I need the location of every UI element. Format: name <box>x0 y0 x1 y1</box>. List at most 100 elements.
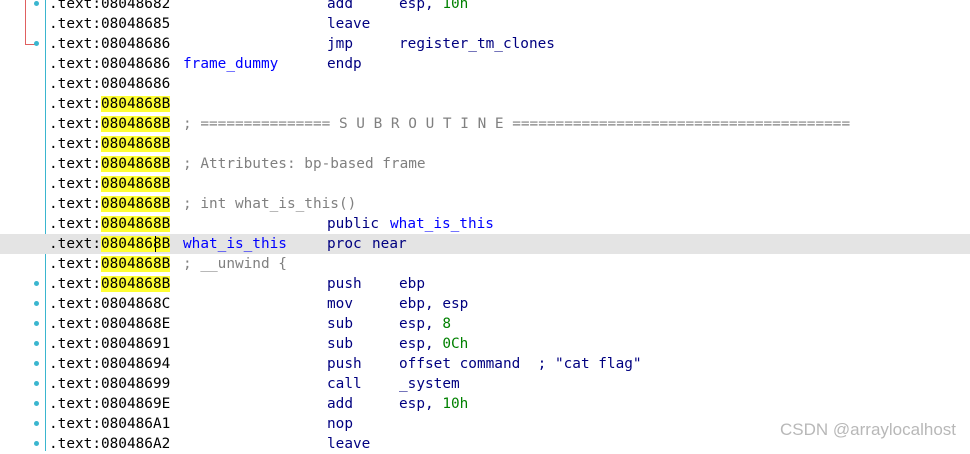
address[interactable]: .text:08048686 <box>49 34 170 54</box>
address[interactable]: .text:0804868B <box>49 254 171 274</box>
address[interactable]: .text:08048682 <box>49 0 170 14</box>
listing-line[interactable]: .text:0804868B ; Attributes: bp-based fra… <box>0 154 970 174</box>
listing-line[interactable]: .text:0804869E add esp, 10h <box>0 394 970 414</box>
operand[interactable]: register_tm_clones <box>399 34 555 54</box>
operand[interactable]: esp, 8 <box>399 314 451 334</box>
address-value[interactable]: 0804868B <box>100 156 171 172</box>
mnemonic[interactable]: push <box>327 274 362 294</box>
listing-line[interactable]: .text:0804868E sub esp, 8 <box>0 314 970 334</box>
listing-line[interactable]: .text:08048685 leave <box>0 14 970 34</box>
address-value[interactable]: 0804868B <box>100 256 171 272</box>
address-value[interactable]: 0804868C <box>101 296 170 312</box>
address-value[interactable]: 08048686 <box>101 76 170 92</box>
address-value[interactable]: 08048685 <box>101 16 170 32</box>
address-value[interactable]: 080486A2 <box>101 436 170 452</box>
operand-text[interactable]: register_tm_clones <box>399 36 555 52</box>
mnemonic[interactable]: jmp <box>327 34 353 54</box>
operand[interactable]: _system <box>399 374 460 394</box>
operand[interactable]: offset command ; "cat flag" <box>399 354 642 374</box>
current-line[interactable]: .text:0804868B what_is_this proc near <box>0 234 970 254</box>
operand-text[interactable]: ebp, esp <box>399 296 468 312</box>
address-value[interactable]: 0804868B <box>100 216 171 232</box>
operand-text[interactable]: esp, <box>399 396 442 412</box>
address[interactable]: .text:0804869E <box>49 394 170 414</box>
address[interactable]: .text:0804868B <box>49 94 171 114</box>
listing-line[interactable]: .text:08048686 frame_dummy endp <box>0 54 970 74</box>
listing-line[interactable]: .text:08048691 sub esp, 0Ch <box>0 334 970 354</box>
listing-line[interactable]: .text:0804868B push ebp <box>0 274 970 294</box>
function-label[interactable]: what_is_this <box>183 234 287 254</box>
mnemonic[interactable]: sub <box>327 314 353 334</box>
address-value[interactable]: 0804868B <box>100 176 171 192</box>
address-value[interactable]: 08048699 <box>101 376 170 392</box>
address[interactable]: .text:0804868B <box>49 154 171 174</box>
listing-line[interactable]: .text:08048686 <box>0 74 970 94</box>
listing-line[interactable]: .text:0804868B <box>0 174 970 194</box>
operand[interactable]: esp, 10h <box>399 0 468 14</box>
address[interactable]: .text:08048685 <box>49 14 170 34</box>
address-value[interactable]: 0804868E <box>101 316 170 332</box>
operand[interactable]: esp, 0Ch <box>399 334 468 354</box>
mnemonic[interactable]: public <box>327 214 379 234</box>
address-value[interactable]: 08048694 <box>101 356 170 372</box>
mnemonic[interactable]: endp <box>327 54 362 74</box>
operand-text[interactable]: offset command <box>399 356 520 372</box>
address[interactable]: .text:0804868B <box>49 194 171 214</box>
operand-text[interactable]: ebp <box>399 276 425 292</box>
mnemonic[interactable]: call <box>327 374 362 394</box>
operand[interactable]: ebp, esp <box>399 294 468 314</box>
mnemonic[interactable]: leave <box>327 434 370 454</box>
function-label[interactable]: frame_dummy <box>183 54 278 74</box>
address[interactable]: .text:0804868B <box>49 234 171 254</box>
mnemonic[interactable]: nop <box>327 414 353 434</box>
address[interactable]: .text:08048694 <box>49 354 170 374</box>
listing-line[interactable]: .text:08048699 call _system <box>0 374 970 394</box>
listing-line[interactable]: .text:08048682 add esp, 10h <box>0 0 970 14</box>
operand[interactable]: ebp <box>399 274 425 294</box>
address[interactable]: .text:08048686 <box>49 54 170 74</box>
address-value[interactable]: 08048691 <box>101 336 170 352</box>
listing-line[interactable]: .text:0804868B <box>0 94 970 114</box>
directive-operand[interactable]: what_is_this <box>390 214 494 234</box>
listing-line[interactable]: .text:0804868B ; int what_is_this() <box>0 194 970 214</box>
mnemonic[interactable]: add <box>327 394 353 414</box>
listing-line[interactable]: .text:0804868B ; __unwind { <box>0 254 970 274</box>
listing-line[interactable]: .text:0804868B <box>0 134 970 154</box>
address[interactable]: .text:08048699 <box>49 374 170 394</box>
address-value[interactable]: 0804868B <box>100 116 171 132</box>
listing-line[interactable]: .text:0804868B ; =============== S U B R … <box>0 114 970 134</box>
mnemonic[interactable]: mov <box>327 294 353 314</box>
mnemonic[interactable]: add <box>327 0 353 14</box>
mnemonic[interactable]: sub <box>327 334 353 354</box>
address[interactable]: .text:08048686 <box>49 74 170 94</box>
mnemonic[interactable]: push <box>327 354 362 374</box>
operand-text[interactable]: esp, <box>399 0 442 12</box>
address[interactable]: .text:0804868B <box>49 274 171 294</box>
operand[interactable]: esp, 10h <box>399 394 468 414</box>
address[interactable]: .text:080486A1 <box>49 414 170 434</box>
address[interactable]: .text:0804868B <box>49 114 171 134</box>
address[interactable]: .text:080486A2 <box>49 434 170 454</box>
listing-line[interactable]: .text:0804868B public what_is_this <box>0 214 970 234</box>
listing-line[interactable]: .text:0804868C mov ebp, esp <box>0 294 970 314</box>
address-value[interactable]: 08048686 <box>101 36 170 52</box>
operand-text[interactable]: _system <box>399 376 460 392</box>
address-value[interactable]: 0804868B <box>100 96 171 112</box>
directive-operand[interactable]: near <box>372 234 407 254</box>
address-value[interactable]: 0804869E <box>101 396 170 412</box>
listing-line[interactable]: .text:08048694 push offset command ; "cat … <box>0 354 970 374</box>
address-value[interactable]: 0804868B <box>100 196 171 212</box>
address[interactable]: .text:0804868B <box>49 214 171 234</box>
operand-text[interactable]: esp, <box>399 316 442 332</box>
mnemonic[interactable]: leave <box>327 14 370 34</box>
address-value[interactable]: 08048682 <box>101 0 170 12</box>
address[interactable]: .text:0804868C <box>49 294 170 314</box>
address-value[interactable]: 0804868B <box>100 136 171 152</box>
mnemonic[interactable]: proc <box>327 234 362 254</box>
address[interactable]: .text:0804868B <box>49 174 171 194</box>
address-value[interactable]: 0804868B <box>100 236 171 252</box>
address[interactable]: .text:0804868B <box>49 134 171 154</box>
address[interactable]: .text:08048691 <box>49 334 170 354</box>
address[interactable]: .text:0804868E <box>49 314 170 334</box>
address-value[interactable]: 0804868B <box>100 276 171 292</box>
